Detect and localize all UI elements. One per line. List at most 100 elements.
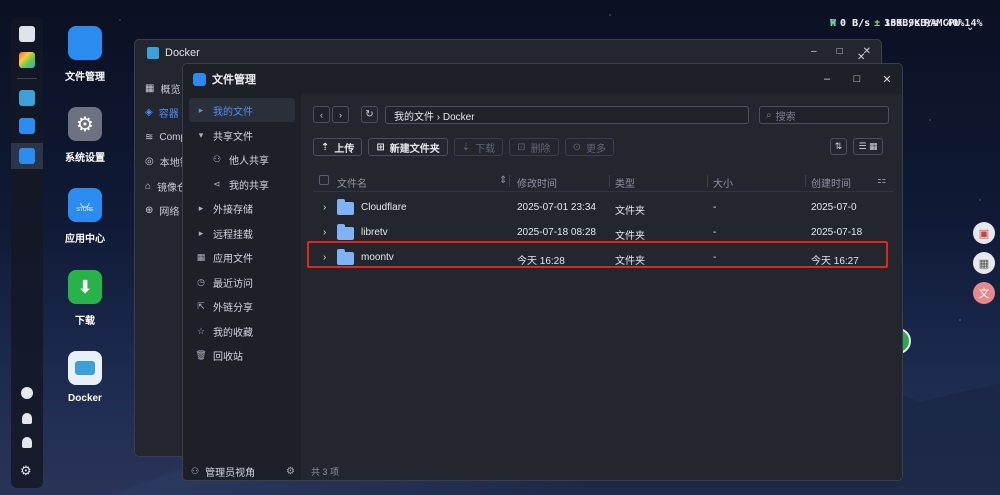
desktop-download[interactable]: ⬇ 下载 — [50, 270, 120, 327]
file-manager-app-icon — [193, 72, 206, 86]
sidebar-item-shared-files[interactable]: ▾ 共享文件 — [189, 123, 295, 147]
download-button[interactable]: ⇣ 下载 — [453, 138, 504, 156]
sidebar-item-external-links[interactable]: ⇱ 外链分享 — [189, 294, 295, 318]
col-modified[interactable]: 修改时间 — [517, 175, 557, 190]
col-type[interactable]: 类型 — [615, 175, 635, 190]
user-icon[interactable] — [22, 437, 32, 448]
admin-view-toggle[interactable]: ⚇ 管理员视角 ⚙ — [191, 464, 295, 479]
launcher-icon[interactable] — [19, 52, 35, 68]
settings-icon[interactable]: ⚙ — [286, 466, 295, 477]
column-divider — [805, 175, 806, 187]
desktop-icon-label: 应用中心 — [65, 234, 105, 245]
file-manager-window[interactable]: 文件管理 – □ ✕ ▸ 我的文件 ▾ 共享文件 ⚇ 他人共享 ⋖ 我的共享 ▸ 外接存储… — [182, 63, 903, 481]
file-manager-sidebar: ▸ 我的文件 ▾ 共享文件 ⚇ 他人共享 ⋖ 我的共享 ▸ 外接存储 ▸ 远程挂载 ▦ 应用文… — [183, 94, 301, 480]
admin-view-label: 管理员视角 — [205, 468, 256, 479]
desktop-file-manager[interactable]: 文件管理 — [50, 26, 120, 83]
toolbar: ⇡ 上传 ⊞ 新建文件夹 ⇣ 下载 ⊡ 删除 ⊙ 更多 — [313, 138, 614, 156]
more-button[interactable]: ⊙ 更多 — [564, 138, 614, 156]
download-icon: ⇣ — [461, 141, 471, 153]
sidebar-item-label: 回收站 — [213, 351, 243, 363]
folder-icon — [68, 26, 102, 60]
docker-dock-icon[interactable] — [19, 90, 35, 106]
widgets-icon[interactable]: ▦ — [973, 252, 995, 274]
sort-icon[interactable]: ⇅ — [830, 138, 847, 155]
col-name[interactable]: 文件名 — [337, 175, 367, 190]
gift-icon[interactable]: ▣ — [973, 222, 995, 244]
new-folder-label: 新建文件夹 — [389, 143, 440, 155]
list-view-icon[interactable]: ☰ ▦ — [853, 138, 883, 155]
sidebar-item-remote-mount[interactable]: ▸ 远程挂载 — [189, 221, 295, 245]
search-input[interactable]: ⌕ 搜索 — [759, 106, 889, 124]
column-settings-icon[interactable]: ⚏ — [877, 175, 886, 186]
sidebar-item-my-shares[interactable]: ⋖ 我的共享 — [189, 172, 295, 196]
file-modified: 2025-07-01 23:34 — [517, 202, 596, 213]
sort-arrows-icon[interactable]: ⇕ — [499, 175, 507, 186]
desktop-icon-label: 下载 — [75, 316, 95, 327]
translate-icon[interactable]: 文 — [973, 282, 995, 304]
admin-icon: ⚇ — [191, 466, 200, 476]
file-manager-active-dock-icon[interactable] — [19, 148, 35, 164]
close-button[interactable]: ✕ — [872, 64, 902, 94]
delete-button[interactable]: ⊡ 删除 — [509, 138, 559, 156]
users-icon: ⚇ — [212, 153, 222, 164]
desktop-app-center[interactable]: ◡ STORE 应用中心 — [50, 188, 120, 245]
file-manager-dock-icon[interactable] — [19, 118, 35, 134]
view-controls: ⇅ ☰ ▦ — [830, 138, 883, 155]
help-icon[interactable] — [21, 387, 33, 399]
select-all-checkbox[interactable] — [319, 175, 329, 185]
refresh-button[interactable]: ↻ — [361, 106, 378, 123]
expand-chevron-icon[interactable]: › — [323, 202, 326, 213]
highlight-box — [307, 241, 888, 268]
table-row[interactable]: › Cloudflare 2025-07-01 23:34 文件夹 - 2025… — [313, 196, 889, 220]
disc-icon: ◎ — [145, 156, 154, 168]
file-manager-titlebar: 文件管理 — [183, 64, 902, 94]
column-divider — [509, 175, 510, 187]
cube-icon: ◈ — [145, 107, 153, 119]
folder-icon — [337, 224, 354, 240]
ram-value: 40% — [946, 18, 965, 29]
sidebar-item-label: 远程挂载 — [213, 229, 253, 241]
back-button[interactable]: ‹ — [313, 106, 330, 123]
upload-button[interactable]: ⇡ 上传 — [313, 138, 363, 156]
gear-icon[interactable]: ⚙ — [20, 463, 32, 479]
download-label: 下载 — [475, 143, 496, 155]
bell-icon[interactable] — [22, 413, 32, 424]
desktop-settings[interactable]: ⚙ 系统设置 — [50, 107, 120, 164]
desktop-icon[interactable] — [19, 26, 35, 42]
sidebar-item-external-storage[interactable]: ▸ 外接存储 — [189, 196, 295, 220]
sidebar-item-label: 应用文件 — [213, 253, 253, 265]
desktop-icon-label: 文件管理 — [65, 72, 105, 83]
system-monitor-chevron-icon[interactable]: ⌄ — [966, 22, 974, 33]
more-icon: ⊙ — [572, 141, 581, 153]
layers-icon: ≋ — [145, 131, 154, 143]
docker-window-title: Docker — [165, 47, 200, 59]
grid-icon: ▦ — [145, 82, 155, 94]
more-label: 更多 — [585, 143, 606, 155]
share-icon: ⋖ — [213, 178, 221, 189]
docker-menu-label: 概览 — [160, 84, 181, 96]
path-bar[interactable]: 我的文件 › Docker — [385, 106, 749, 124]
docker-minimize-button[interactable]: – — [811, 46, 817, 57]
upload-icon: ⇡ — [321, 141, 330, 153]
sidebar-item-my-files[interactable]: ▸ 我的文件 — [189, 98, 295, 122]
sidebar-item-app-files[interactable]: ▦ 应用文件 — [189, 245, 295, 269]
col-size[interactable]: 大小 — [713, 175, 733, 190]
ram-label: RAM — [924, 18, 943, 29]
minimize-button[interactable]: – — [812, 64, 842, 94]
col-created[interactable]: 创建时间 — [811, 175, 851, 190]
sidebar-item-favorites[interactable]: ☆ 我的收藏 — [189, 319, 295, 343]
gear-icon: ⚙ — [68, 107, 102, 141]
store-icon: ◡ STORE — [68, 188, 102, 222]
docker-maximize-button[interactable]: □ — [837, 46, 843, 57]
expand-chevron-icon[interactable]: › — [323, 227, 326, 238]
forward-button[interactable]: › — [332, 106, 349, 123]
docker-window-close-tab[interactable]: ✕ — [857, 52, 865, 63]
dock-separator — [17, 78, 37, 79]
folder-icon — [337, 199, 354, 215]
sidebar-item-recent[interactable]: ◷ 最近访问 — [189, 270, 295, 294]
sidebar-item-recycle-bin[interactable]: 🗑 回收站 — [189, 343, 295, 367]
desktop-docker[interactable]: Docker — [50, 351, 120, 404]
maximize-button[interactable]: □ — [842, 64, 872, 94]
new-folder-button[interactable]: ⊞ 新建文件夹 — [368, 138, 448, 156]
sidebar-item-shared-with-me[interactable]: ⚇ 他人共享 — [189, 147, 295, 171]
